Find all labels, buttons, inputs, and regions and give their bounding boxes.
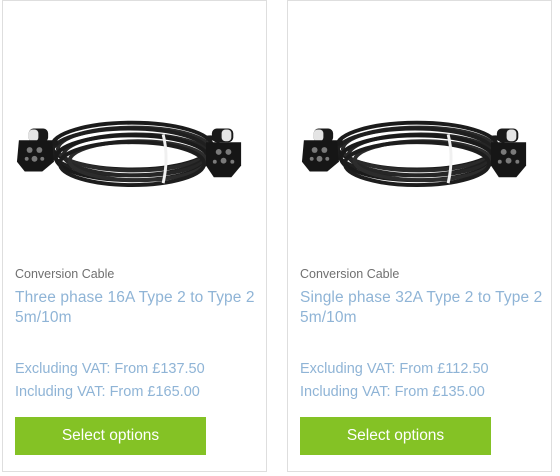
product-category: Conversion Cable xyxy=(300,267,400,281)
product-category: Conversion Cable xyxy=(15,267,115,281)
product-card: Conversion Cable Single phase 32A Type 2… xyxy=(287,0,552,472)
ev-charging-cable-image[interactable] xyxy=(15,99,245,201)
price-excluding-vat: Excluding VAT: From £137.50 xyxy=(15,361,205,377)
price-including-vat: Including VAT: From £135.00 xyxy=(300,384,485,400)
select-options-button[interactable]: Select options xyxy=(300,417,491,455)
ev-charging-cable-image[interactable] xyxy=(300,99,530,201)
product-title-link[interactable]: Single phase 32A Type 2 to Type 2 5m/10m xyxy=(300,288,545,328)
price-excluding-vat: Excluding VAT: From £112.50 xyxy=(300,361,489,377)
product-title-link[interactable]: Three phase 16A Type 2 to Type 2 5m/10m xyxy=(15,288,260,328)
product-card: Conversion Cable Three phase 16A Type 2 … xyxy=(2,0,267,472)
select-options-button[interactable]: Select options xyxy=(15,417,206,455)
price-including-vat: Including VAT: From £165.00 xyxy=(15,384,200,400)
